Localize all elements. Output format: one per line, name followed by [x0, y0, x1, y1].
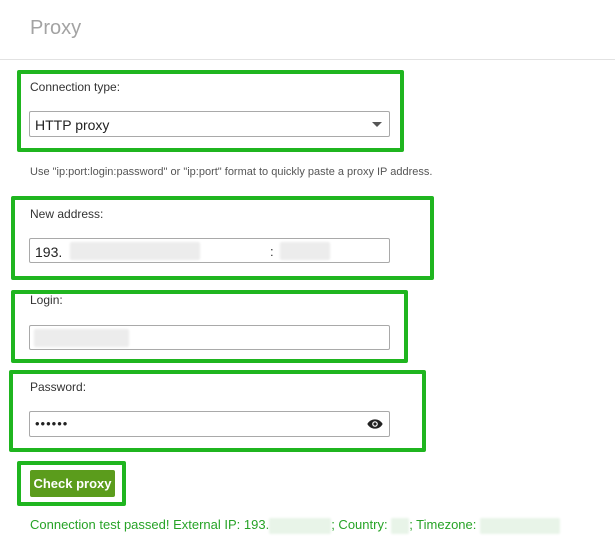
new-address-label: New address: [30, 207, 104, 221]
check-proxy-button[interactable]: Check proxy [30, 470, 115, 497]
new-address-value: 193. [35, 244, 63, 260]
status-timezone-label: ; Timezone: [409, 517, 477, 532]
password-label: Password: [30, 380, 87, 394]
chevron-down-icon [372, 122, 382, 127]
new-address-input[interactable]: 193. : [29, 238, 390, 263]
login-input[interactable] [29, 325, 390, 350]
address-separator: : [270, 244, 274, 259]
login-label: Login: [30, 293, 63, 307]
page-title: Proxy [30, 17, 82, 39]
connection-type-label: Connection type: [30, 80, 121, 94]
connection-type-select[interactable]: HTTP proxy [29, 111, 390, 137]
connection-type-value: HTTP proxy [35, 117, 110, 133]
password-input[interactable]: •••••• [29, 411, 390, 437]
password-masked-value: •••••• [35, 416, 69, 431]
format-hint: Use "ip:port:login:password" or "ip:port… [30, 166, 433, 178]
eye-icon[interactable] [367, 417, 383, 431]
redacted-timezone [480, 517, 561, 534]
page-header: Proxy [0, 0, 615, 60]
status-country-label: ; Country: [331, 517, 388, 532]
redacted-external-ip [269, 517, 332, 534]
redacted-address-port [280, 242, 330, 260]
status-prefix: Connection test passed! External IP: 193… [30, 517, 270, 532]
connection-status: Connection test passed! External IP: 193… [30, 517, 561, 534]
redacted-address-ip [70, 242, 200, 260]
redacted-country [391, 517, 410, 534]
redacted-login [34, 329, 129, 347]
